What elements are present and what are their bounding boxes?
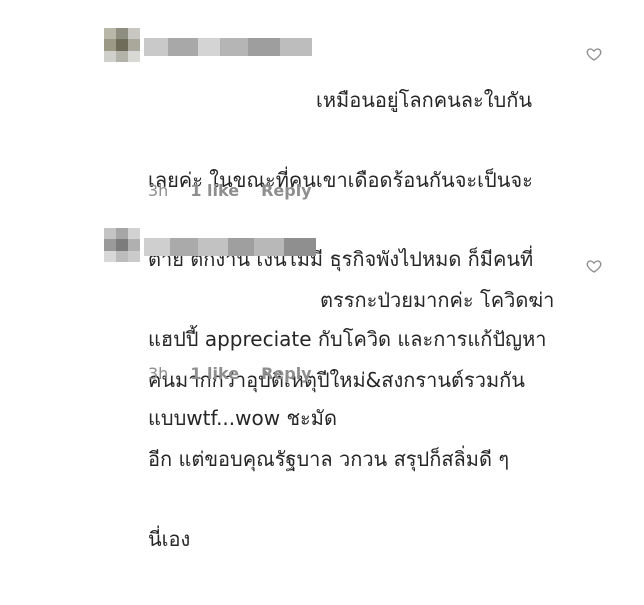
comment-text: ตรรกะป่วยมากค่ะ โควิดฆ่า คนมากกว่าอุบัติ… [148, 234, 554, 605]
reply-button[interactable]: Reply [261, 181, 312, 200]
likes-count[interactable]: 1 like [190, 181, 239, 200]
likes-count[interactable]: 1 like [190, 364, 239, 383]
timestamp: 3h [148, 181, 169, 200]
comment-meta: 3h 1 like Reply [148, 364, 312, 383]
comment-line: นี่เอง [148, 526, 191, 551]
comment-line: เหมือนอยู่โลกคนละใบกัน [316, 88, 533, 112]
comment-line: ตรรกะป่วยมากค่ะ โควิดฆ่า [320, 288, 555, 312]
heart-outline-icon[interactable] [586, 46, 602, 62]
comment-line: อีก แต่ขอบคุณรัฐบาล วกวน สรุปก็สลิ่มดี ๆ [148, 447, 510, 471]
heart-outline-icon[interactable] [586, 258, 602, 274]
avatar[interactable] [104, 28, 140, 62]
comment-meta: 3h 1 like Reply [148, 181, 312, 200]
reply-button[interactable]: Reply [261, 364, 312, 383]
avatar[interactable] [104, 228, 140, 262]
timestamp: 3h [148, 364, 169, 383]
